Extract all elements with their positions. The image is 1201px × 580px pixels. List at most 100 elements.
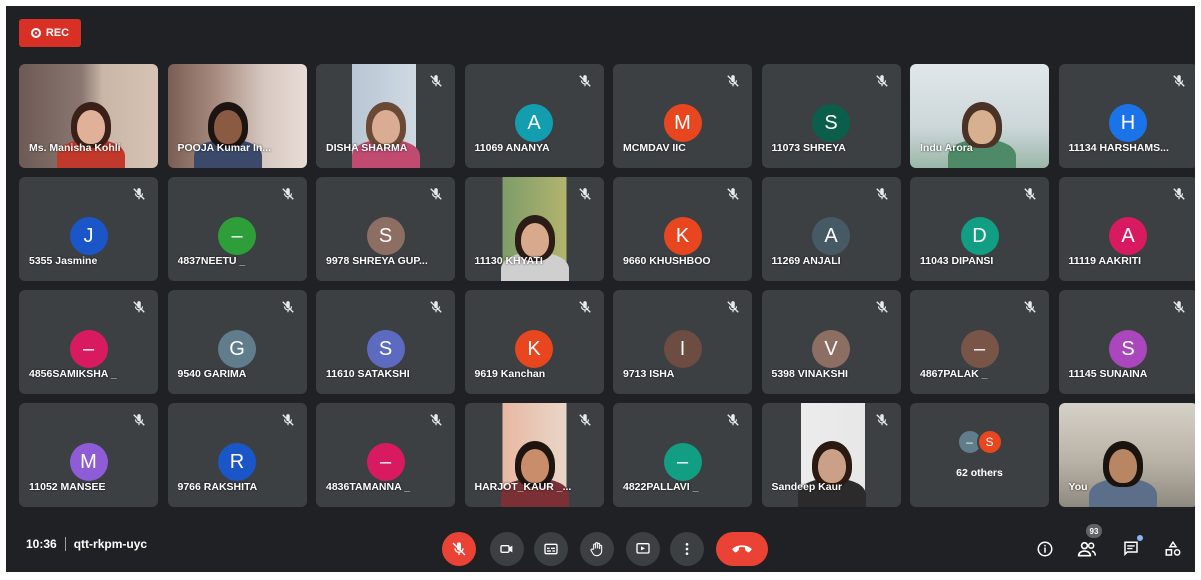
- participant-tile[interactable]: Indu Arora: [910, 64, 1049, 168]
- mic-muted-icon: [875, 414, 888, 426]
- participant-name: 4836TAMANNA _: [326, 481, 411, 493]
- record-icon: [30, 28, 41, 38]
- participant-name: You: [1068, 481, 1088, 493]
- captions-icon: [544, 543, 558, 555]
- hand-icon: [590, 542, 603, 557]
- participant-name: 11145 SUNAINA: [1068, 368, 1148, 380]
- mic-muted-icon: [727, 414, 739, 426]
- activities-button[interactable]: [1160, 536, 1186, 562]
- mic-muted-icon: [1172, 188, 1185, 200]
- participant-name: Indu Arora: [920, 142, 973, 154]
- info-icon: [1037, 541, 1053, 557]
- participant-tile[interactable]: A 11069 ANANYA: [464, 64, 604, 168]
- participant-avatar: A: [1109, 217, 1147, 255]
- participant-tile[interactable]: –4822PALLAVI _: [613, 403, 752, 507]
- participant-name: 11069 ANANYA: [474, 142, 550, 154]
- mic-off-button[interactable]: [442, 532, 476, 566]
- participant-tile[interactable]: K 9619 Kanchan: [464, 290, 604, 394]
- call-end-icon: [732, 545, 752, 553]
- participant-name: 11073 SHREYA: [771, 142, 846, 154]
- participant-avatar: R: [218, 443, 256, 481]
- mic-muted-icon: [133, 414, 145, 426]
- mic-off-icon: [452, 542, 466, 556]
- divider: [64, 537, 66, 551]
- participant-avatar: H: [1109, 104, 1147, 142]
- participant-name: 9766 RAKSHITA: [177, 481, 258, 493]
- participant-tile[interactable]: J 5355 Jasmine: [19, 177, 158, 281]
- participant-tile[interactable]: M 11052 MANSEE: [19, 403, 158, 507]
- participant-name: 5398 VINAKSHI: [771, 368, 848, 380]
- more-options-button[interactable]: [670, 532, 704, 566]
- mic-muted-icon: [1172, 301, 1185, 313]
- participant-name: 4856SAMIKSHA _: [29, 368, 117, 380]
- participant-tile[interactable]: – S 62 others: [910, 403, 1049, 507]
- participant-tile[interactable]: D 11043 DIPANSI: [910, 177, 1049, 281]
- participant-tile[interactable]: S 11073 SHREYA: [761, 64, 901, 168]
- participant-name: 5355 Jasmine: [29, 255, 98, 267]
- mic-muted-icon: [430, 301, 442, 313]
- mic-muted-icon: [1172, 75, 1185, 87]
- participant-name: 9540 GARIMA: [177, 368, 247, 380]
- present-button[interactable]: [626, 532, 660, 566]
- more-vert-icon: [685, 543, 689, 555]
- participant-tile[interactable]: Sandeep Kaur: [761, 403, 901, 507]
- participant-name: 4822PALLAVI _: [623, 481, 699, 493]
- bottom-toolbar: 10:36 qtt-rkpm-uyc 93: [6, 516, 1195, 572]
- participant-tile[interactable]: A 11269 ANJALI: [761, 177, 901, 281]
- participant-tile[interactable]: 11130 KHYATI: [464, 177, 604, 281]
- participant-avatar: –: [69, 330, 108, 368]
- people-button[interactable]: [1074, 536, 1100, 562]
- mic-muted-icon: [578, 75, 591, 87]
- mic-muted-icon: [133, 188, 145, 200]
- participant-tile[interactable]: You: [1058, 403, 1195, 507]
- mic-muted-icon: [727, 75, 739, 87]
- participant-tile[interactable]: S 11145 SUNAINA: [1058, 290, 1195, 394]
- participant-tile[interactable]: –4856SAMIKSHA _: [19, 290, 158, 394]
- participant-avatar: S: [1109, 330, 1147, 368]
- participant-grid: Ms. Manisha Kohli POOJA Kumar In... DISHA …: [19, 64, 1195, 507]
- mini-avatar: S: [976, 429, 1003, 455]
- participant-avatar: M: [69, 443, 108, 481]
- participant-tile[interactable]: V 5398 VINAKSHI: [761, 290, 901, 394]
- participant-tile[interactable]: R 9766 RAKSHITA: [167, 403, 307, 507]
- raise-hand-button[interactable]: [580, 532, 614, 566]
- participant-tile[interactable]: –4836TAMANNA _: [316, 403, 455, 507]
- participant-avatar: J: [69, 217, 108, 255]
- participant-tile[interactable]: –4837NEETU _: [167, 177, 307, 281]
- present-icon: [636, 543, 650, 554]
- participant-avatar: A: [515, 104, 553, 142]
- participant-tile[interactable]: M MCMDAV IIC: [613, 64, 752, 168]
- chat-notification-dot: [1137, 535, 1143, 541]
- participant-name: Sandeep Kaur: [771, 481, 843, 493]
- meeting-code[interactable]: qtt-rkpm-uyc: [74, 537, 147, 551]
- camera-button[interactable]: [490, 532, 524, 566]
- participant-name: 9713 ISHA: [623, 368, 675, 380]
- participant-tile[interactable]: A 11119 AAKRITI: [1058, 177, 1195, 281]
- participant-avatar: V: [812, 330, 850, 368]
- participant-tile[interactable]: G 9540 GARIMA: [167, 290, 307, 394]
- mic-muted-icon: [430, 414, 442, 426]
- leave-call-button[interactable]: [716, 532, 768, 566]
- mic-muted-icon: [133, 301, 145, 313]
- participant-tile[interactable]: I 9713 ISHA: [613, 290, 752, 394]
- participant-tile[interactable]: HARJOT_KAUR _...: [464, 403, 604, 507]
- participant-tile[interactable]: S 11610 SATAKSHI: [316, 290, 455, 394]
- participant-tile[interactable]: Ms. Manisha Kohli: [19, 64, 158, 168]
- participant-tile[interactable]: S 9978 SHREYA GUP...: [316, 177, 455, 281]
- mic-muted-icon: [1024, 188, 1036, 200]
- participant-tile[interactable]: –4867PALAK _: [910, 290, 1049, 394]
- recording-label: REC: [45, 27, 70, 39]
- participant-tile[interactable]: K 9660 KHUSHBOO: [613, 177, 752, 281]
- camera-icon: [500, 545, 513, 553]
- participant-avatar: G: [218, 330, 256, 368]
- mic-muted-icon: [430, 75, 442, 87]
- meeting-details-button[interactable]: [1032, 536, 1058, 562]
- mic-muted-icon: [578, 414, 591, 426]
- participant-name: 11134 HARSHAMS...: [1068, 142, 1169, 154]
- participant-tile[interactable]: H 11134 HARSHAMS...: [1058, 64, 1195, 168]
- participant-name: 11119 AAKRITI: [1068, 255, 1142, 267]
- participant-tile[interactable]: DISHA SHARMA: [316, 64, 455, 168]
- participant-tile[interactable]: POOJA Kumar In...: [167, 64, 307, 168]
- mic-muted-icon: [875, 75, 888, 87]
- captions-button[interactable]: [534, 532, 568, 566]
